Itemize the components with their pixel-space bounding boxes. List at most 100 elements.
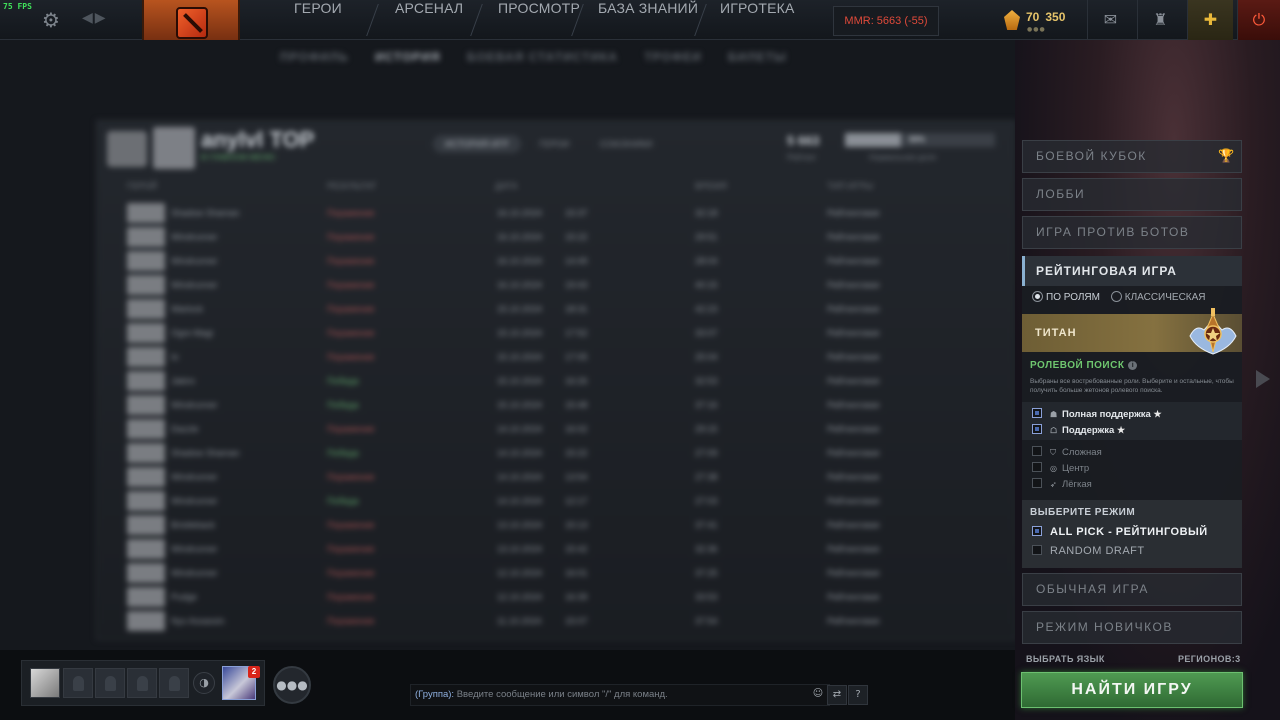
mode-all-pick-ranked[interactable]: ALL PICK - РЕЙТИНГОВЫЙ <box>1032 526 1208 538</box>
table-row[interactable]: Bristleback Поражение 13.10.2024 15:13 37:41… <box>127 513 987 537</box>
row-result: Поражение <box>327 568 375 578</box>
party-slot-empty[interactable] <box>159 668 189 698</box>
mode-random-draft[interactable]: RANDOM DRAFT <box>1032 545 1145 557</box>
table-row[interactable]: Windrunner Победа 14.10.2024 12:17 27:03 Рейт… <box>127 489 987 513</box>
row-time: 17:52 <box>565 328 588 338</box>
find-match-button[interactable]: НАЙТИ ИГРУ <box>1021 672 1243 708</box>
subnav-history[interactable]: ИСТОРИЯ <box>375 50 441 64</box>
subnav-trophies[interactable]: ТРОФЕИ <box>644 50 701 64</box>
choose-language-link[interactable]: ВЫБРАТЬ ЯЗЫК <box>1026 654 1105 664</box>
table-row[interactable]: Io Поражение 15.10.2024 17:05 25:04 Рейтингов… <box>127 345 987 369</box>
row-duration: 33:07 <box>695 328 718 338</box>
battle-cup-button[interactable]: БОЕВОЙ КУБОК 🏆 <box>1022 140 1242 173</box>
table-row[interactable]: Windrunner Победа 15.10.2024 15:48 37:16 Рейт… <box>127 393 987 417</box>
table-row[interactable]: Jakiro Победа 15.10.2024 16:26 32:53 Рейтинго… <box>127 369 987 393</box>
table-row[interactable]: Pudge Поражение 12.10.2024 16:39 33:53 Рейтин… <box>127 585 987 609</box>
friends-icon[interactable]: ●●● <box>273 666 311 704</box>
gear-icon[interactable]: ⚙ <box>40 9 62 31</box>
row-duration: 25:04 <box>695 352 718 362</box>
armory-icon[interactable]: ♜ <box>1137 0 1183 40</box>
role-label: Полная поддержка <box>1062 409 1151 420</box>
role-option[interactable]: ➶ Лёгкая <box>1032 478 1092 492</box>
match-list: Shadow Shaman Поражение 16.10.2024 15:37 32:… <box>127 201 987 633</box>
hero-portrait <box>127 203 165 223</box>
radio-classic[interactable]: КЛАССИЧЕСКАЯ <box>1110 291 1206 303</box>
power-icon[interactable]: ⏻ <box>1237 0 1280 40</box>
table-row[interactable]: Shadow Shaman Победа 14.10.2024 15:22 27:09 Р… <box>127 441 987 465</box>
support-icon: ☖ <box>1050 426 1058 435</box>
row-date: 14.10.2024 <box>497 472 543 482</box>
menu-learn[interactable]: БАЗА ЗНАНИЙ <box>598 0 698 40</box>
lobby-button[interactable]: ЛОББИ <box>1022 178 1242 211</box>
row-duration: 27:09 <box>695 448 718 458</box>
history-nav-arrows[interactable]: ◀▶ <box>82 10 112 30</box>
tab-allies[interactable]: СОЮЗНИКИ <box>588 135 665 153</box>
table-row[interactable]: Windrunner Поражение 14.10.2024 13:54 27:38 Р… <box>127 465 987 489</box>
party-slot-empty[interactable] <box>127 668 157 698</box>
role-option[interactable]: ◎ Центр <box>1032 462 1089 476</box>
normal-game-button[interactable]: ОБЫЧНАЯ ИГРА <box>1022 573 1242 606</box>
radio-by-roles[interactable]: ПО РОЛЯМ <box>1032 291 1100 303</box>
subnav-profile[interactable]: ПРОФИЛЬ <box>280 50 349 64</box>
menu-arcade[interactable]: ИГРОТЕКА <box>720 0 795 40</box>
novice-mode-button[interactable]: РЕЖИМ НОВИЧКОВ <box>1022 611 1242 644</box>
menu-watch[interactable]: ПРОСМОТР <box>498 0 580 40</box>
party-slot-empty[interactable] <box>63 668 93 698</box>
mail-icon[interactable]: ✉ <box>1087 0 1133 40</box>
row-hero: Jakiro <box>171 376 196 386</box>
chat-input[interactable]: (Группа): Введите сообщение или символ "… <box>410 684 830 706</box>
battle-cup-label: БОЕВОЙ КУБОК <box>1036 149 1147 163</box>
table-row[interactable]: Dazzle Поражение 14.10.2024 16:02 29:15 Рейти… <box>127 417 987 441</box>
role-label: Центр <box>1062 463 1090 474</box>
row-duration: 33:53 <box>695 592 718 602</box>
headset-icon[interactable]: ◑ <box>193 672 215 694</box>
table-row[interactable]: Warlock Поражение 15.10.2024 18:31 42:23 Рейт… <box>127 297 987 321</box>
radio-by-roles-label: ПО РОЛЯМ <box>1046 292 1100 303</box>
stat-label: Рейтинг <box>787 153 817 162</box>
checkbox-checked-icon <box>1032 526 1042 536</box>
plus-icon[interactable]: ✚ <box>1187 0 1233 40</box>
role-option[interactable]: ☖ Поддержка ★ <box>1032 424 1125 438</box>
player-avatar[interactable] <box>153 127 195 169</box>
menu-armory[interactable]: АРСЕНАЛ <box>395 0 463 40</box>
table-row[interactable]: Windrunner Поражение 16.10.2024 15:22 29:51 Р… <box>127 225 987 249</box>
vs-bots-button[interactable]: ИГРА ПРОТИВ БОТОВ <box>1022 216 1242 249</box>
row-result: Поражение <box>327 544 375 554</box>
party-slot-empty[interactable] <box>95 668 125 698</box>
row-time: 17:05 <box>565 352 588 362</box>
row-result: Поражение <box>327 280 375 290</box>
table-row[interactable]: Ogre Magi Поражение 15.10.2024 17:52 33:07 Ре… <box>127 321 987 345</box>
currency-display[interactable]: 70 350 <box>1026 10 1065 24</box>
share-bar-fill <box>845 133 901 147</box>
party-slot-self[interactable] <box>30 668 60 698</box>
row-result: Поражение <box>327 424 375 434</box>
subnav-tickets[interactable]: БИЛЕТЫ <box>728 50 787 64</box>
row-type: Рейтинговая <box>827 376 880 386</box>
info-icon[interactable]: i <box>1128 361 1138 370</box>
row-duration: 42:23 <box>695 304 718 314</box>
emoji-icon[interactable]: ☺ <box>808 685 828 705</box>
table-row[interactable]: Windrunner Поражение 16.10.2024 14:49 28:04 Р… <box>127 249 987 273</box>
chat-channel-label[interactable]: (Группа): <box>415 689 454 700</box>
table-row[interactable]: Nyx Assassin Поражение 11.10.2024 15:07 37:5… <box>127 609 987 633</box>
table-row[interactable]: Windrunner Поражение 12.10.2024 16:01 37:25 Р… <box>127 561 987 585</box>
row-type: Рейтинговая <box>827 520 880 530</box>
role-option[interactable]: ⛉ Сложная <box>1032 446 1102 460</box>
col-hero: ГЕРОЙ <box>127 181 158 191</box>
role-option[interactable]: ☗ Полная поддержка ★ <box>1032 408 1162 422</box>
tab-heroes[interactable]: ГЕРОИ <box>527 135 581 153</box>
help-button[interactable]: ? <box>848 685 868 705</box>
table-row[interactable]: Windrunner Поражение 13.10.2024 15:42 32:36 Р… <box>127 537 987 561</box>
hero-portrait <box>127 587 165 607</box>
table-row[interactable]: Shadow Shaman Поражение 16.10.2024 15:37 32:… <box>127 201 987 225</box>
menu-heroes[interactable]: ГЕРОИ <box>294 0 342 40</box>
ranked-title[interactable]: РЕЙТИНГОВАЯ ИГРА <box>1022 256 1242 286</box>
tab-match-history[interactable]: ИСТОРИЯ ИГР <box>433 135 521 153</box>
regions-link[interactable]: РЕГИОНОВ:3 <box>1178 654 1241 664</box>
chat-options-icon[interactable]: ⇄ <box>827 685 847 705</box>
subnav-stats[interactable]: БОЕВАЯ СТАТИСТИКА <box>467 50 618 64</box>
table-row[interactable]: Windrunner Поражение 16.10.2024 19:43 40:15 Р… <box>127 273 987 297</box>
row-result: Победа <box>327 496 359 506</box>
hard-support-icon: ☗ <box>1050 410 1058 419</box>
row-hero: Dazzle <box>171 424 199 434</box>
